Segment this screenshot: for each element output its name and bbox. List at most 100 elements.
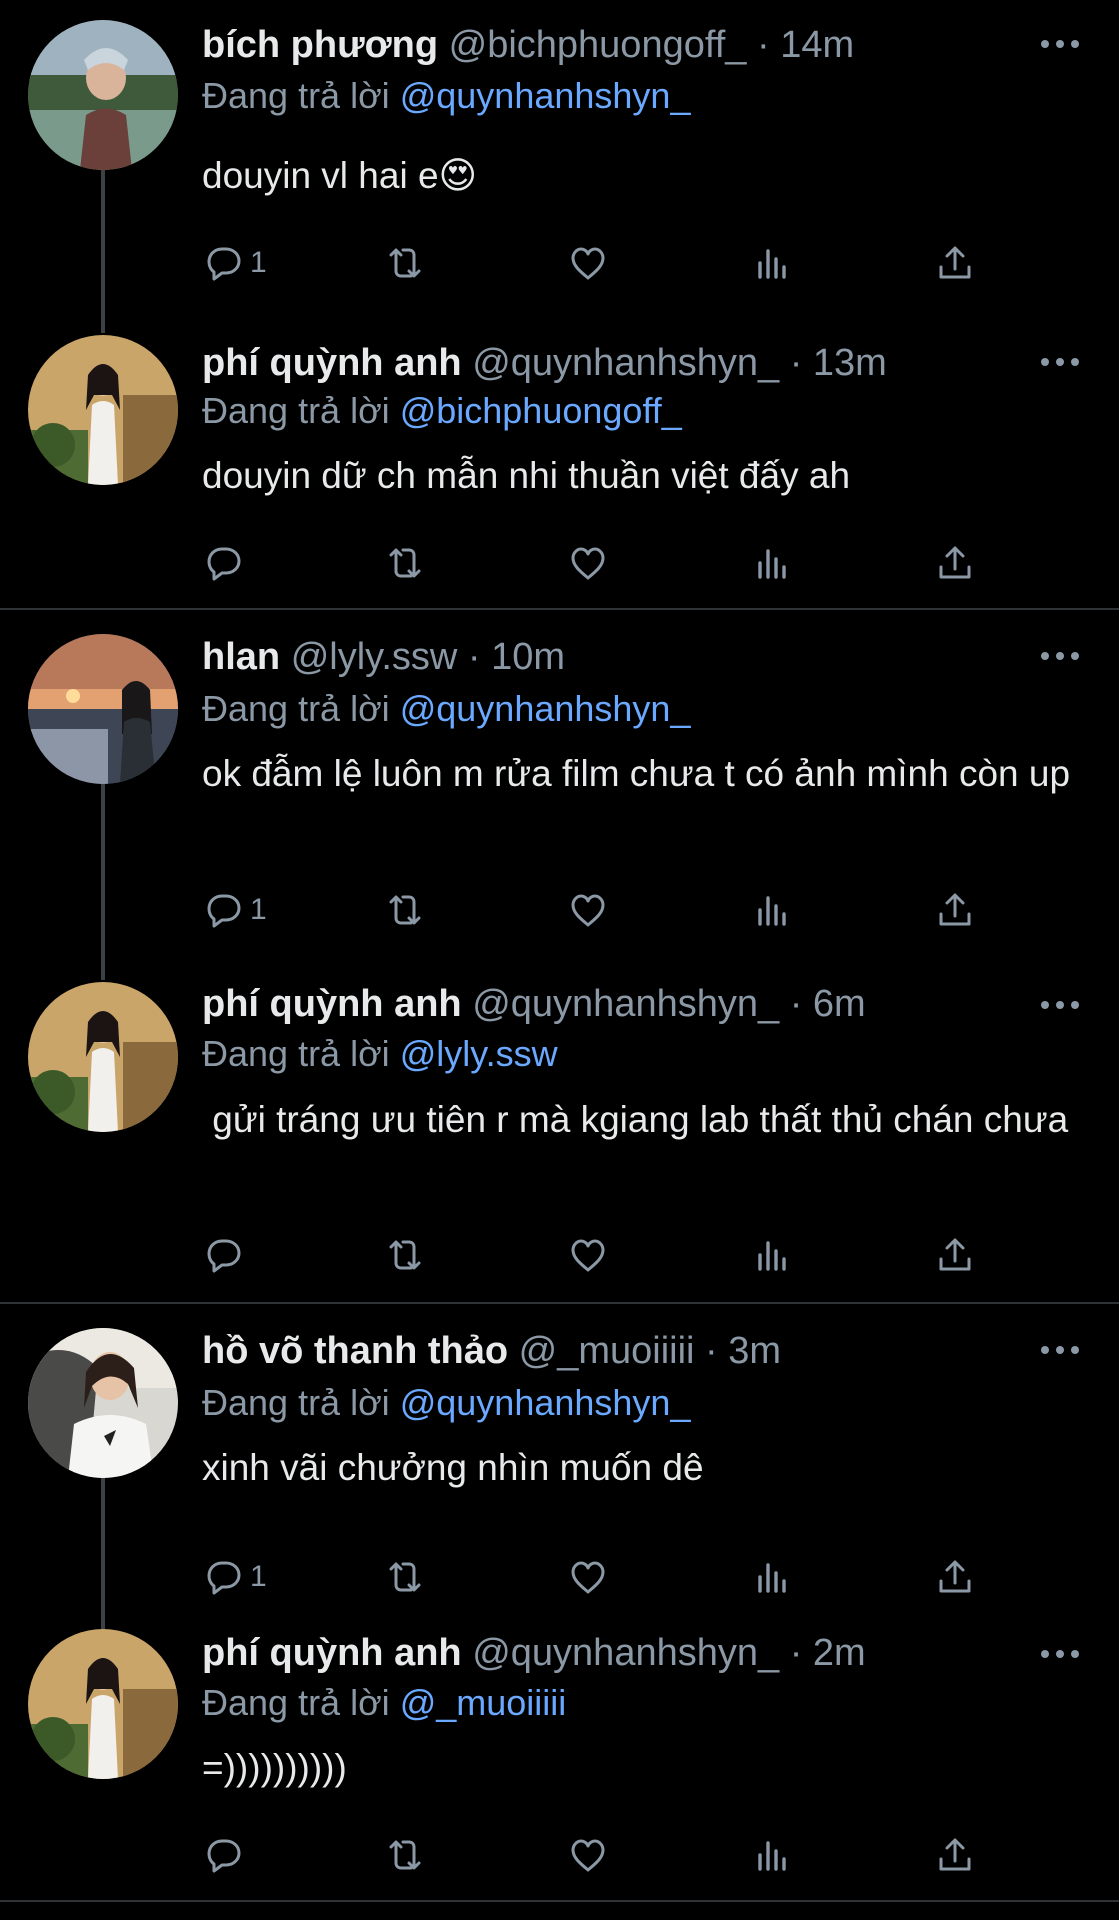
like-button[interactable] <box>566 1832 610 1878</box>
separator-dot: · <box>789 983 813 1025</box>
tweet[interactable]: phí quỳnh anh @quynhanhshyn_ · 6m Đang t… <box>0 977 1119 1302</box>
retweet-icon <box>389 1240 421 1270</box>
avatar[interactable] <box>28 1328 178 1478</box>
tweet[interactable]: bích phương @bichphuongoff_ · 14m Đang t… <box>0 0 1119 333</box>
views-button[interactable] <box>750 887 794 933</box>
tweet-header: hlan @lyly.ssw · 10m <box>202 636 1049 679</box>
reply-button[interactable]: 1 <box>200 1554 267 1600</box>
replying-to: Đang trả lời @_muoiiiii <box>202 1682 566 1724</box>
mention-link[interactable]: @_muoiiiii <box>400 1682 567 1723</box>
more-dots-icon[interactable] <box>1041 40 1079 52</box>
views-chart-icon <box>758 1841 786 1871</box>
timestamp[interactable]: 14m <box>780 24 854 66</box>
views-button[interactable] <box>750 540 794 586</box>
handle[interactable]: @bichphuongoff_ <box>449 24 747 66</box>
avatar[interactable] <box>28 634 178 784</box>
replying-to-label: Đang trả lời <box>202 1033 390 1074</box>
tweet[interactable]: phí quỳnh anh @quynhanhshyn_ · 2m Đang t… <box>0 1626 1119 1920</box>
timestamp[interactable]: 13m <box>813 342 887 384</box>
separator-dot: · <box>705 1330 729 1372</box>
share-button[interactable] <box>933 540 977 586</box>
reply-icon <box>207 894 241 928</box>
like-button[interactable] <box>566 240 610 286</box>
mention-link[interactable]: @bichphuongoff_ <box>400 390 682 431</box>
replying-to: Đang trả lời @quynhanhshyn_ <box>202 1382 690 1424</box>
retweet-button[interactable] <box>383 540 427 586</box>
views-button[interactable] <box>750 240 794 286</box>
conversation-divider <box>0 1302 1119 1304</box>
more-dots-icon[interactable] <box>1041 1650 1079 1662</box>
tweet[interactable]: hlan @lyly.ssw · 10m Đang trả lời @quynh… <box>0 612 1119 980</box>
reply-button[interactable] <box>200 1232 250 1278</box>
handle[interactable]: @quynhanhshyn_ <box>472 1632 779 1674</box>
replying-to-label: Đang trả lời <box>202 75 390 116</box>
share-button[interactable] <box>933 1554 977 1600</box>
replying-to-label: Đang trả lời <box>202 1682 390 1723</box>
display-name[interactable]: hồ võ thanh thảo <box>202 1330 508 1372</box>
reply-icon <box>207 1561 241 1595</box>
like-button[interactable] <box>566 540 610 586</box>
replying-to-label: Đang trả lời <box>202 688 390 729</box>
more-dots-icon[interactable] <box>1041 652 1079 664</box>
reply-button[interactable] <box>200 1832 250 1878</box>
replying-to-label: Đang trả lời <box>202 1382 390 1423</box>
handle[interactable]: @quynhanhshyn_ <box>472 342 779 384</box>
like-button[interactable] <box>566 1554 610 1600</box>
reply-button[interactable]: 1 <box>200 887 267 933</box>
display-name[interactable]: bích phương <box>202 24 438 66</box>
tweet-text: xinh vãi chưởng nhìn muốn dê <box>202 1447 704 1488</box>
display-name[interactable]: phí quỳnh anh <box>202 983 462 1025</box>
heart-icon <box>571 894 605 927</box>
views-button[interactable] <box>750 1554 794 1600</box>
avatar[interactable] <box>28 1629 178 1779</box>
views-button[interactable] <box>750 1232 794 1278</box>
handle[interactable]: @_muoiiiii <box>519 1330 695 1372</box>
conversation-divider <box>0 1900 1119 1902</box>
mention-link[interactable]: @quynhanhshyn_ <box>400 1382 691 1423</box>
mention-link[interactable]: @lyly.ssw <box>400 1033 558 1074</box>
tweet[interactable]: phí quỳnh anh @quynhanhshyn_ · 13m Đang … <box>0 330 1119 608</box>
more-dots-icon[interactable] <box>1041 358 1079 370</box>
views-button[interactable] <box>750 1832 794 1878</box>
handle[interactable]: @lyly.ssw <box>291 636 458 678</box>
retweet-button[interactable] <box>383 240 427 286</box>
timestamp[interactable]: 2m <box>813 1632 866 1674</box>
avatar[interactable] <box>28 982 178 1132</box>
action-bar <box>200 1232 1000 1278</box>
retweet-button[interactable] <box>383 1232 427 1278</box>
mention-link[interactable]: @quynhanhshyn_ <box>400 75 691 116</box>
display-name[interactable]: hlan <box>202 636 280 678</box>
timestamp[interactable]: 10m <box>491 636 565 678</box>
views-chart-icon <box>758 1563 786 1593</box>
share-button[interactable] <box>933 1232 977 1278</box>
more-dots-icon[interactable] <box>1041 1346 1079 1358</box>
share-button[interactable] <box>933 240 977 286</box>
display-name[interactable]: phí quỳnh anh <box>202 1632 462 1674</box>
reply-button[interactable]: 1 <box>200 240 267 286</box>
retweet-button[interactable] <box>383 1554 427 1600</box>
more-dots-icon[interactable] <box>1041 1001 1079 1013</box>
share-button[interactable] <box>933 887 977 933</box>
avatar[interactable] <box>28 335 178 485</box>
retweet-button[interactable] <box>383 1832 427 1878</box>
share-button[interactable] <box>933 1832 977 1878</box>
replying-to: Đang trả lời @lyly.ssw <box>202 1033 558 1075</box>
like-button[interactable] <box>566 887 610 933</box>
avatar[interactable] <box>28 20 178 170</box>
handle[interactable]: @quynhanhshyn_ <box>472 983 779 1025</box>
timestamp[interactable]: 6m <box>813 983 866 1025</box>
mention-link[interactable]: @quynhanhshyn_ <box>400 688 691 729</box>
thread-line <box>101 784 105 980</box>
reply-count: 1 <box>250 246 267 279</box>
replying-to: Đang trả lời @quynhanhshyn_ <box>202 688 690 730</box>
thread-line <box>101 168 105 333</box>
retweet-button[interactable] <box>383 887 427 933</box>
display-name[interactable]: phí quỳnh anh <box>202 342 462 384</box>
tweet[interactable]: hồ võ thanh thảo @_muoiiiii · 3m Đang tr… <box>0 1306 1119 1629</box>
views-chart-icon <box>758 896 786 926</box>
like-button[interactable] <box>566 1232 610 1278</box>
timestamp[interactable]: 3m <box>728 1330 781 1372</box>
heart-icon <box>571 1839 605 1872</box>
heart-icon <box>571 247 605 280</box>
reply-button[interactable] <box>200 540 250 586</box>
